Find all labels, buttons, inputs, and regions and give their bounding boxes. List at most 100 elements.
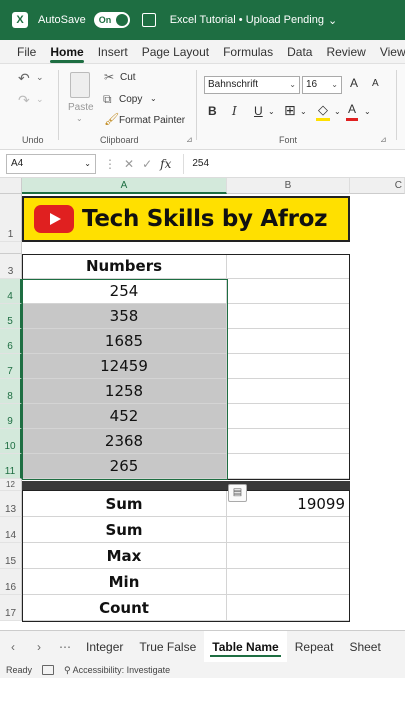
- cell-a6[interactable]: 1685: [22, 329, 227, 354]
- format-painter-label[interactable]: Format Painter: [119, 115, 185, 126]
- row-header[interactable]: 15: [0, 543, 22, 569]
- borders-icon[interactable]: ⊞: [284, 102, 296, 119]
- copy-icon[interactable]: ⧉: [103, 92, 112, 107]
- cell-b4[interactable]: [227, 279, 350, 304]
- save-icon[interactable]: [141, 13, 156, 27]
- row-header[interactable]: 3: [0, 254, 22, 279]
- sheet-tab-sheet[interactable]: Sheet: [341, 631, 388, 663]
- cell-a11[interactable]: 265: [22, 454, 227, 479]
- row-header[interactable]: 17: [0, 595, 22, 621]
- cell-b14[interactable]: [227, 517, 350, 543]
- sheet-more-icon[interactable]: ⋯: [52, 640, 78, 654]
- column-header-a[interactable]: A: [22, 178, 227, 194]
- clipboard-launcher-icon[interactable]: ⊿: [186, 135, 193, 144]
- cell-b3[interactable]: [227, 254, 350, 279]
- row-header[interactable]: 14: [0, 517, 22, 543]
- cell-a14[interactable]: Sum: [22, 517, 227, 543]
- bold-button[interactable]: B: [208, 104, 217, 118]
- fill-dropdown-icon[interactable]: ⌄: [334, 107, 341, 116]
- more-icon[interactable]: ⋮: [104, 157, 116, 171]
- font-color-dropdown-icon[interactable]: ⌄: [364, 107, 371, 116]
- undo-dropdown-icon[interactable]: ⌄: [36, 72, 44, 83]
- cell-a13[interactable]: Sum: [22, 491, 227, 517]
- row-header[interactable]: 8: [0, 379, 22, 404]
- undo-icon[interactable]: ↶: [18, 70, 30, 87]
- fill-color-icon[interactable]: ◇: [318, 102, 328, 118]
- cell-a4[interactable]: 254: [22, 279, 227, 304]
- cell-a3[interactable]: Numbers: [22, 254, 227, 279]
- cell-b7[interactable]: [227, 354, 350, 379]
- cut-label[interactable]: Cut: [120, 72, 136, 83]
- cell-a7[interactable]: 12459: [22, 354, 227, 379]
- cell-b17[interactable]: [227, 595, 350, 621]
- row-header[interactable]: 7: [0, 354, 22, 379]
- row-header[interactable]: 10: [0, 429, 22, 454]
- cell-a9[interactable]: 452: [22, 404, 227, 429]
- row-header[interactable]: 6: [0, 329, 22, 354]
- cell-b8[interactable]: [227, 379, 350, 404]
- sheet-tab-true-false[interactable]: True False: [131, 631, 204, 663]
- cell-a8[interactable]: 1258: [22, 379, 227, 404]
- paste-label[interactable]: Paste: [68, 102, 94, 113]
- tab-home[interactable]: Home: [43, 40, 90, 64]
- tab-file[interactable]: File: [10, 40, 43, 64]
- cell-a15[interactable]: Max: [22, 543, 227, 569]
- sheet-tab-table-name[interactable]: Table Name: [204, 630, 287, 663]
- row-header[interactable]: 4: [0, 279, 22, 304]
- autosave-toggle[interactable]: On: [93, 12, 130, 28]
- row-header[interactable]: 9: [0, 404, 22, 429]
- italic-button[interactable]: I: [232, 104, 237, 118]
- column-header-b[interactable]: B: [227, 178, 350, 194]
- cut-icon[interactable]: ✂: [104, 70, 114, 84]
- title-chevron-icon[interactable]: ⌄: [328, 14, 337, 27]
- cell-b6[interactable]: [227, 329, 350, 354]
- row-header[interactable]: 16: [0, 569, 22, 595]
- enter-icon[interactable]: ✓: [142, 157, 152, 171]
- cell-a17[interactable]: Count: [22, 595, 227, 621]
- cell-b5[interactable]: [227, 304, 350, 329]
- font-size-dropdown[interactable]: 16 ⌄: [302, 76, 342, 94]
- tab-view[interactable]: View: [373, 40, 405, 64]
- font-name-dropdown[interactable]: Bahnschrift ⌄: [204, 76, 300, 94]
- row-header[interactable]: 13: [0, 491, 22, 517]
- row-header[interactable]: 1: [0, 194, 22, 242]
- cancel-icon[interactable]: ✕: [124, 157, 134, 171]
- macro-record-icon[interactable]: [42, 665, 55, 675]
- paste-options-icon[interactable]: ▤: [228, 484, 247, 502]
- accessibility-status[interactable]: Accessibility: Investigate: [73, 665, 171, 675]
- insert-function-button[interactable]: fx: [160, 157, 171, 171]
- borders-dropdown-icon[interactable]: ⌄: [300, 107, 307, 116]
- paste-dropdown-icon[interactable]: ⌄: [76, 114, 83, 123]
- cell-b10[interactable]: [227, 429, 350, 454]
- cell-b11[interactable]: [227, 454, 350, 479]
- cell-b16[interactable]: [227, 569, 350, 595]
- name-box[interactable]: A4 ⌄: [6, 153, 96, 174]
- font-launcher-icon[interactable]: ⊿: [380, 135, 387, 144]
- cell-a10[interactable]: 2368: [22, 429, 227, 454]
- paste-icon[interactable]: [70, 72, 90, 98]
- decrease-font-icon[interactable]: A: [372, 78, 379, 89]
- copy-label[interactable]: Copy: [119, 94, 142, 105]
- row-header[interactable]: 5: [0, 304, 22, 329]
- underline-button[interactable]: U: [254, 104, 263, 118]
- underline-dropdown-icon[interactable]: ⌄: [268, 107, 275, 116]
- tab-data[interactable]: Data: [280, 40, 319, 64]
- select-all-corner[interactable]: [0, 178, 22, 194]
- tab-insert[interactable]: Insert: [91, 40, 135, 64]
- tab-page-layout[interactable]: Page Layout: [135, 40, 216, 64]
- sheet-prev-icon[interactable]: ‹: [0, 640, 26, 654]
- formula-input[interactable]: 254: [183, 153, 405, 174]
- accessibility-icon[interactable]: ⚲: [64, 665, 71, 676]
- row-header[interactable]: 11: [0, 454, 22, 479]
- sheet-tab-repeat[interactable]: Repeat: [287, 631, 342, 663]
- copy-dropdown-icon[interactable]: ⌄: [150, 94, 157, 103]
- sheet-next-icon[interactable]: ›: [26, 640, 52, 654]
- column-header-c[interactable]: C: [350, 178, 405, 194]
- file-title[interactable]: Excel Tutorial • Upload Pending: [170, 14, 324, 26]
- tab-review[interactable]: Review: [319, 40, 372, 64]
- tab-formulas[interactable]: Formulas: [216, 40, 280, 64]
- cell-a16[interactable]: Min: [22, 569, 227, 595]
- cell-a5[interactable]: 358: [22, 304, 227, 329]
- sheet-tab-integer[interactable]: Integer: [78, 631, 131, 663]
- row-header[interactable]: 12: [0, 479, 22, 491]
